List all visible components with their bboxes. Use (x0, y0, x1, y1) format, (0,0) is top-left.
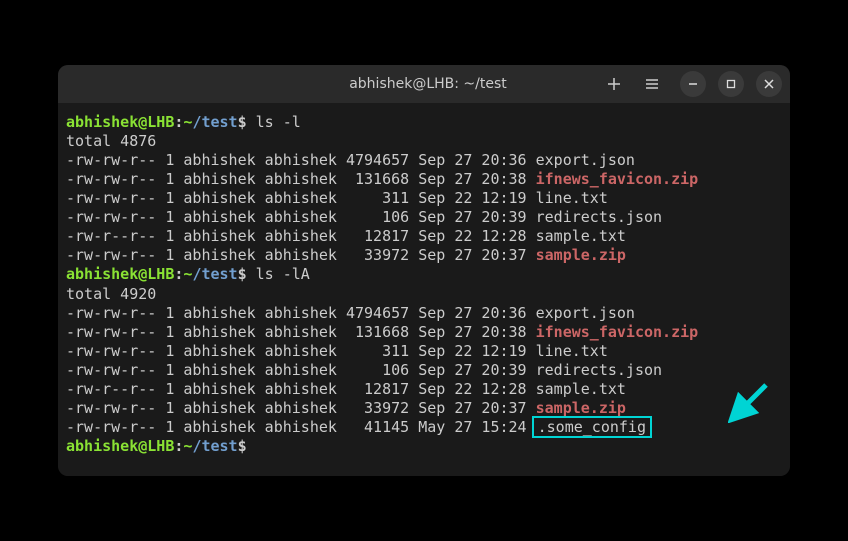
prompt-user: abhishek@LHB (66, 265, 174, 283)
hamburger-menu-button[interactable] (636, 70, 668, 98)
file-row: -rw-rw-r-- 1 abhishek abhishek 41145 May… (66, 418, 782, 437)
file-name: export.json (536, 304, 635, 322)
file-row: -rw-rw-r-- 1 abhishek abhishek 4794657 S… (66, 304, 782, 323)
file-row: -rw-rw-r-- 1 abhishek abhishek 33972 Sep… (66, 399, 782, 418)
file-row: -rw-r--r-- 1 abhishek abhishek 12817 Sep… (66, 380, 782, 399)
file-row: -rw-r--r-- 1 abhishek abhishek 12817 Sep… (66, 227, 782, 246)
prompt-user: abhishek@LHB (66, 437, 174, 455)
terminal-body[interactable]: abhishek@LHB:~/test$ ls -l total 4876 -r… (58, 103, 790, 476)
titlebar: abhishek@LHB: ~/test (58, 65, 790, 103)
file-name: redirects.json (536, 208, 662, 226)
file-row: -rw-rw-r-- 1 abhishek abhishek 106 Sep 2… (66, 208, 782, 227)
file-row: -rw-rw-r-- 1 abhishek abhishek 311 Sep 2… (66, 342, 782, 361)
file-row: -rw-rw-r-- 1 abhishek abhishek 131668 Se… (66, 323, 782, 342)
prompt-user: abhishek@LHB (66, 113, 174, 131)
window-title: abhishek@LHB: ~/test (349, 76, 507, 92)
file-name: line.txt (536, 342, 608, 360)
prompt-line: abhishek@LHB:~/test$ ls -l (66, 113, 782, 132)
minimize-button[interactable] (680, 71, 706, 97)
file-name: export.json (536, 151, 635, 169)
file-name: redirects.json (536, 361, 662, 379)
new-tab-button[interactable] (598, 70, 630, 98)
file-row: -rw-rw-r-- 1 abhishek abhishek 33972 Sep… (66, 246, 782, 265)
file-name: line.txt (536, 189, 608, 207)
close-button[interactable] (756, 71, 782, 97)
file-row: -rw-rw-r-- 1 abhishek abhishek 311 Sep 2… (66, 189, 782, 208)
file-name: ifnews_favicon.zip (536, 323, 699, 341)
command-text: ls -lA (247, 265, 310, 283)
terminal-window: abhishek@LHB: ~/test (58, 65, 790, 476)
command-text: ls -l (247, 113, 301, 131)
file-name: sample.txt (536, 227, 626, 245)
maximize-button[interactable] (718, 71, 744, 97)
prompt-line: abhishek@LHB:~/test$ (66, 437, 782, 456)
file-row: -rw-rw-r-- 1 abhishek abhishek 106 Sep 2… (66, 361, 782, 380)
file-name-highlighted: .some_config (532, 416, 652, 438)
file-name: sample.zip (536, 399, 626, 417)
annotation-arrow-icon (728, 381, 770, 428)
file-name: sample.txt (536, 380, 626, 398)
total-line: total 4876 (66, 132, 782, 151)
total-line: total 4920 (66, 285, 782, 304)
file-row: -rw-rw-r-- 1 abhishek abhishek 131668 Se… (66, 170, 782, 189)
file-name: sample.zip (536, 246, 626, 264)
file-row: -rw-rw-r-- 1 abhishek abhishek 4794657 S… (66, 151, 782, 170)
file-name: ifnews_favicon.zip (536, 170, 699, 188)
prompt-line: abhishek@LHB:~/test$ ls -lA (66, 265, 782, 284)
